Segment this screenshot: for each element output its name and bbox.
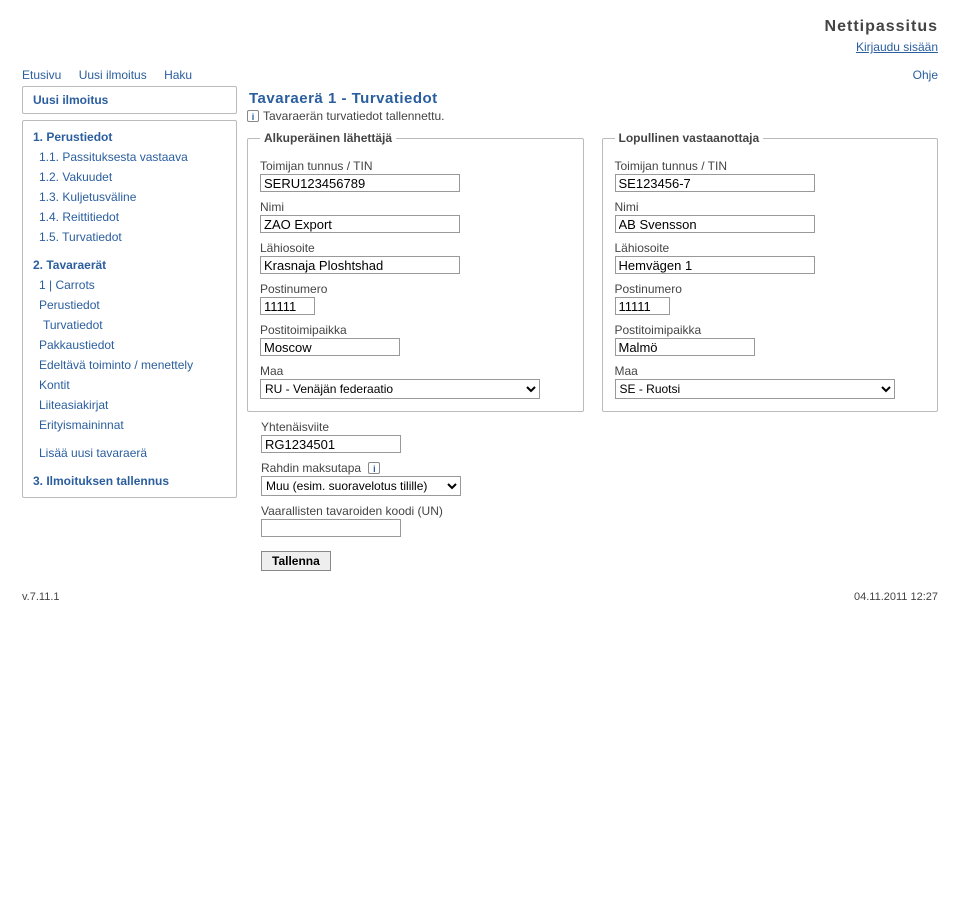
recipient-lahiosoite-label: Lähiosoite xyxy=(615,241,926,255)
sidebar-erityis[interactable]: Erityismaininnat xyxy=(33,415,226,435)
sender-tin-input[interactable] xyxy=(260,174,460,192)
save-button[interactable]: Tallenna xyxy=(261,551,331,571)
recipient-postinumero-label: Postinumero xyxy=(615,282,926,296)
sidebar-perustiedot2[interactable]: Perustiedot xyxy=(33,295,226,315)
recipient-tin-label: Toimijan tunnus / TIN xyxy=(615,159,926,173)
top-nav: Etusivu Uusi ilmoitus Haku xyxy=(22,68,206,82)
recipient-postinumero-input[interactable] xyxy=(615,297,670,315)
sidebar-kontit[interactable]: Kontit xyxy=(33,375,226,395)
rahdin-select[interactable]: Muu (esim. suoravelotus tilille) xyxy=(261,476,461,496)
sender-tin-label: Toimijan tunnus / TIN xyxy=(260,159,571,173)
nav-ohje[interactable]: Ohje xyxy=(913,68,938,82)
recipient-group: Lopullinen vastaanottaja Toimijan tunnus… xyxy=(602,131,939,412)
nav-uusi-ilmoitus[interactable]: Uusi ilmoitus xyxy=(79,68,147,82)
sidebar-pakkaustiedot[interactable]: Pakkaustiedot xyxy=(33,335,226,355)
recipient-tin-input[interactable] xyxy=(615,174,815,192)
app-title: Nettipassitus xyxy=(825,18,938,35)
sidebar-liiteasiakirjat[interactable]: Liiteasiakirjat xyxy=(33,395,226,415)
rahdin-label: Rahdin maksutapa xyxy=(261,461,361,475)
sidebar-reittitiedot[interactable]: 1.4. Reittitiedot xyxy=(33,207,226,227)
nav-haku[interactable]: Haku xyxy=(164,68,192,82)
sidebar-edeltava[interactable]: Edeltävä toiminto / menettely xyxy=(33,355,226,375)
rahdin-label-row: Rahdin maksutapa i xyxy=(261,461,938,475)
info-icon[interactable]: i xyxy=(368,462,380,474)
sidebar-kuljetusvaline[interactable]: 1.3. Kuljetusväline xyxy=(33,187,226,207)
sidebar-passituksesta[interactable]: 1.1. Passituksesta vastaava xyxy=(33,147,226,167)
vaarallisten-input[interactable] xyxy=(261,519,401,537)
sidebar-carrots[interactable]: 1 | Carrots xyxy=(33,275,226,295)
timestamp-label: 04.11.2011 12:27 xyxy=(854,591,938,603)
vaarallisten-label: Vaarallisten tavaroiden koodi (UN) xyxy=(261,504,938,518)
recipient-maa-select[interactable]: SE - Ruotsi xyxy=(615,379,895,399)
sender-maa-select[interactable]: RU - Venäjän federaatio xyxy=(260,379,540,399)
sender-postinumero-input[interactable] xyxy=(260,297,315,315)
sidebar-turvatiedot2[interactable]: Turvatiedot xyxy=(33,315,226,335)
recipient-postitoimipaikka-label: Postitoimipaikka xyxy=(615,323,926,337)
sender-legend: Alkuperäinen lähettäjä xyxy=(260,131,396,145)
yhtenaisviite-input[interactable] xyxy=(261,435,401,453)
info-icon: i xyxy=(247,110,259,122)
recipient-nimi-input[interactable] xyxy=(615,215,815,233)
sender-maa-label: Maa xyxy=(260,364,571,378)
sender-lahiosoite-label: Lähiosoite xyxy=(260,241,571,255)
sender-lahiosoite-input[interactable] xyxy=(260,256,460,274)
sidebar-vakuudet[interactable]: 1.2. Vakuudet xyxy=(33,167,226,187)
sidebar-tallennus-heading[interactable]: 3. Ilmoituksen tallennus xyxy=(33,471,226,491)
sidebar-lisaa-tavaraera[interactable]: Lisää uusi tavaraerä xyxy=(33,443,226,463)
sidebar-turvatiedot[interactable]: 1.5. Turvatiedot xyxy=(33,227,226,247)
recipient-nimi-label: Nimi xyxy=(615,200,926,214)
sender-group: Alkuperäinen lähettäjä Toimijan tunnus /… xyxy=(247,131,584,412)
recipient-maa-label: Maa xyxy=(615,364,926,378)
recipient-postitoimipaikka-input[interactable] xyxy=(615,338,755,356)
nav-etusivu[interactable]: Etusivu xyxy=(22,68,61,82)
recipient-lahiosoite-input[interactable] xyxy=(615,256,815,274)
yhtenaisviite-label: Yhtenäisviite xyxy=(261,420,938,434)
info-message: Tavaraerän turvatiedot tallennettu. xyxy=(263,109,444,123)
version-label: v.7.11.1 xyxy=(22,591,60,603)
extra-fields: Yhtenäisviite Rahdin maksutapa i Muu (es… xyxy=(261,420,938,537)
sidebar-perustiedot-heading[interactable]: 1. Perustiedot xyxy=(33,127,226,147)
sender-postitoimipaikka-label: Postitoimipaikka xyxy=(260,323,571,337)
sender-nimi-label: Nimi xyxy=(260,200,571,214)
recipient-legend: Lopullinen vastaanottaja xyxy=(615,131,764,145)
main-content: Tavaraerä 1 - Turvatiedot i Tavaraerän t… xyxy=(247,86,938,571)
login-link[interactable]: Kirjaudu sisään xyxy=(856,40,938,54)
sender-postitoimipaikka-input[interactable] xyxy=(260,338,400,356)
sender-nimi-input[interactable] xyxy=(260,215,460,233)
footer: v.7.11.1 04.11.2011 12:27 xyxy=(0,581,960,617)
sidebar-title: Uusi ilmoitus xyxy=(33,93,108,107)
sender-postinumero-label: Postinumero xyxy=(260,282,571,296)
sidebar: Uusi ilmoitus 1. Perustiedot 1.1. Passit… xyxy=(22,86,237,504)
info-message-row: i Tavaraerän turvatiedot tallennettu. xyxy=(247,109,938,123)
page-title: Tavaraerä 1 - Turvatiedot xyxy=(249,90,938,107)
sidebar-tavaraerat-heading[interactable]: 2. Tavaraerät xyxy=(33,255,226,275)
